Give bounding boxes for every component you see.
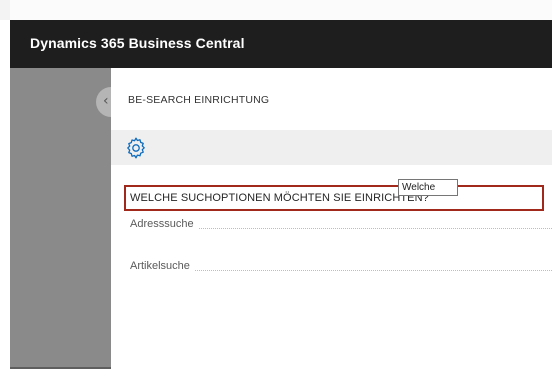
browser-top-strip — [0, 0, 552, 21]
group-header-label: WELCHE SUCHOPTIONEN MÖCHTEN SIE EINRICHT… — [130, 192, 429, 204]
field-artikelsuche[interactable]: Artikelsuche — [130, 260, 552, 276]
field-label: Artikelsuche — [130, 260, 194, 272]
field-label: Adresssuche — [130, 218, 198, 230]
gear-icon[interactable] — [124, 136, 148, 160]
browser-tab-area — [10, 0, 552, 21]
action-bar — [111, 130, 552, 165]
group-header[interactable]: WELCHE SUCHOPTIONEN MÖCHTEN SIE EINRICHT… — [124, 185, 544, 211]
panel-title: BE-SEARCH EINRICHTUNG — [128, 94, 270, 106]
tooltip: Welche — [398, 179, 458, 196]
app-header-bar: Dynamics 365 Business Central — [10, 20, 552, 68]
field-adresssuche[interactable]: Adresssuche — [130, 218, 552, 234]
tooltip-text: Welche — [402, 182, 436, 193]
back-arrow-icon: ‹ — [103, 93, 109, 109]
setup-panel: BE-SEARCH EINRICHTUNG WELCHE SUCHOPTIONE… — [111, 68, 552, 369]
app-title: Dynamics 365 Business Central — [30, 35, 245, 51]
